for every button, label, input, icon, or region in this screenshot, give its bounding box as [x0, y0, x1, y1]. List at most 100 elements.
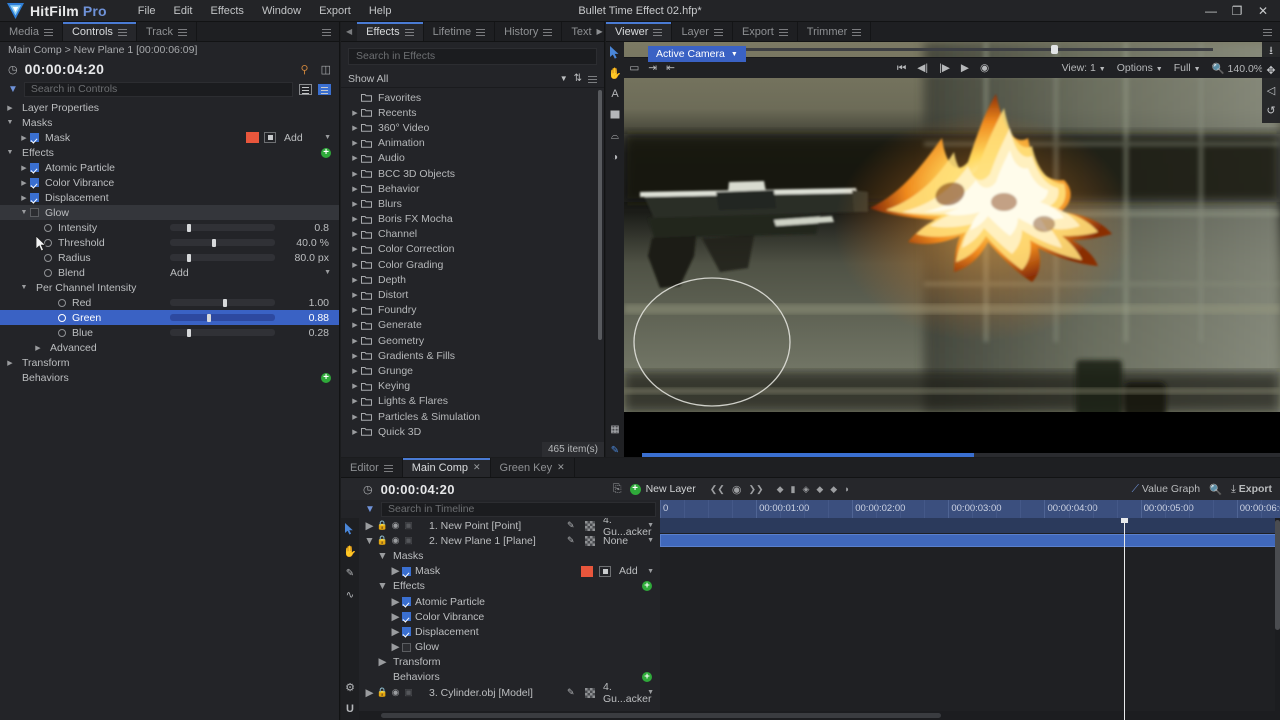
property-row[interactable]: ▶ Displacement [0, 190, 339, 205]
property-row[interactable]: Intensity 0.8 [0, 220, 339, 235]
grid-view-icon[interactable] [318, 83, 331, 95]
keyframe-linear-icon[interactable]: ◆ [777, 484, 784, 495]
twisty-icon[interactable]: ▶ [18, 179, 30, 187]
mask-invert-icon[interactable] [599, 565, 611, 577]
twisty-icon[interactable]: ▶ [18, 164, 30, 172]
twisty-icon[interactable]: ▶ [349, 154, 361, 162]
effects-category-row[interactable]: ▶ Distort [341, 287, 604, 302]
edit-icon[interactable]: ✎ [567, 687, 575, 698]
hand-tool-icon[interactable]: ✋ [343, 544, 357, 558]
effects-category-row[interactable]: ▶ Quick 3D [341, 424, 604, 439]
lock-icon[interactable]: 🔒 [376, 520, 389, 531]
rectangle-mask-tool-icon[interactable] [608, 108, 622, 122]
chevron-down-icon[interactable]: ▼ [647, 689, 654, 696]
timeline-ruler[interactable]: 0 00:00:01:00 00:00:02:00 00:00:03:00 00:00:… [660, 500, 1280, 518]
tab-menu-icon[interactable] [178, 28, 188, 36]
effects-category-row[interactable]: ▶ BCC 3D Objects [341, 166, 604, 181]
import-media-icon[interactable]: ⎘ [613, 483, 622, 496]
pin-icon[interactable]: ⚲ [301, 63, 309, 76]
export-button[interactable]: ⤓ Export [1231, 483, 1272, 496]
twisty-icon[interactable]: ▶ [349, 291, 361, 299]
tab-green-key[interactable]: Green Key ✕ [491, 458, 575, 477]
property-value[interactable]: 0.28 [309, 327, 329, 339]
list-view-icon[interactable] [299, 83, 312, 95]
gear-icon[interactable]: ⚙ [343, 680, 357, 694]
snapshot-icon[interactable]: ✎ [608, 443, 622, 457]
effects-category-row[interactable]: ▶ Particles & Simulation [341, 409, 604, 424]
timeline-property-row[interactable]: ▶ Atomic Particle [359, 594, 660, 609]
tab-viewer[interactable]: Viewer [606, 22, 673, 41]
timeline-property-row[interactable]: ▶ Displacement [359, 624, 660, 639]
viewer-panel-menu[interactable] [1255, 22, 1280, 41]
enable-checkbox[interactable] [30, 208, 39, 217]
effects-category-row[interactable]: ▶ Blurs [341, 196, 604, 211]
twisty-icon[interactable]: ▼ [4, 119, 16, 126]
property-row[interactable]: ▼ Effects + [0, 145, 339, 160]
tab-menu-icon[interactable] [852, 28, 862, 36]
twisty-icon[interactable]: ▶ [349, 139, 361, 147]
effects-category-row[interactable]: ▶ Keying [341, 379, 604, 394]
grid-overlay-icon[interactable]: ▦ [608, 422, 622, 436]
safe-areas-icon[interactable]: ▭ [629, 62, 639, 74]
property-row[interactable]: ▶ Atomic Particle [0, 160, 339, 175]
menu-export[interactable]: Export [310, 2, 360, 20]
twisty-icon[interactable]: ▶ [349, 352, 361, 360]
add-button[interactable]: + [321, 147, 331, 158]
rate-stretch-tool-icon[interactable]: ∿ [343, 588, 357, 602]
tab-trimmer[interactable]: Trimmer [798, 22, 872, 41]
enable-checkbox[interactable] [402, 597, 411, 607]
visibility-icon[interactable]: ◉ [389, 535, 402, 546]
new-layer-button[interactable]: + New Layer [629, 483, 696, 495]
tab-menu-icon[interactable] [117, 28, 127, 36]
timeline-track-area[interactable] [660, 518, 1280, 720]
filter-icon[interactable]: ▼ [8, 84, 18, 95]
twisty-icon[interactable]: ▶ [349, 367, 361, 375]
twisty-icon[interactable]: ▶ [349, 413, 361, 421]
menu-window[interactable]: Window [253, 2, 310, 20]
scale-tool-icon[interactable]: ◁ [1267, 86, 1275, 97]
audio-icon[interactable]: ▣ [402, 520, 415, 531]
lock-icon[interactable]: 🔒 [376, 535, 389, 546]
audio-icon[interactable]: ▣ [402, 687, 415, 698]
property-slider[interactable] [170, 253, 275, 262]
viewer-scrub-track[interactable] [672, 45, 1214, 54]
blend-mode-value[interactable]: Add [170, 267, 189, 279]
timeline-property-row[interactable]: ▶ Transform [359, 655, 660, 670]
twisty-icon[interactable]: ▶ [389, 641, 402, 653]
effects-category-row[interactable]: ▶ Audio [341, 151, 604, 166]
keyframe-ease-out-icon[interactable]: ◗ [844, 484, 849, 494]
property-value[interactable]: 0.88 [309, 312, 329, 324]
property-slider[interactable] [170, 313, 275, 322]
edit-icon[interactable]: ✎ [567, 535, 575, 546]
twisty-icon[interactable]: ▶ [389, 626, 402, 638]
maximize-button[interactable]: ❐ [1224, 0, 1250, 22]
property-row[interactable]: ▶ Layer Properties [0, 100, 339, 115]
twisty-icon[interactable]: ▶ [4, 104, 16, 112]
effects-category-row[interactable]: ▶ Behavior [341, 181, 604, 196]
tabbar-scroll-left-icon[interactable]: ◀ [341, 22, 357, 41]
parent-dropdown[interactable]: None [603, 535, 628, 547]
property-row[interactable]: ▼ Masks [0, 115, 339, 130]
quality-dropdown[interactable]: Full ▼ [1174, 62, 1201, 74]
property-row[interactable]: ▼ Glow [0, 205, 339, 220]
controls-panel-menu[interactable] [314, 22, 339, 41]
effects-category-row[interactable]: ▶ Geometry [341, 333, 604, 348]
property-value[interactable]: 1.00 [309, 297, 329, 309]
tab-media[interactable]: Media [0, 22, 63, 41]
mask-color-swatch[interactable] [581, 565, 593, 577]
twisty-icon[interactable]: ▶ [18, 134, 30, 142]
twisty-icon[interactable]: ▶ [32, 344, 44, 352]
orbit-tool-icon[interactable]: ◑ [608, 150, 622, 164]
twisty-icon[interactable]: ▶ [349, 200, 361, 208]
enable-checkbox[interactable] [30, 163, 39, 172]
enable-checkbox[interactable] [402, 566, 411, 576]
edit-icon[interactable]: ✎ [567, 520, 575, 531]
twisty-icon[interactable]: ▶ [349, 382, 361, 390]
property-row[interactable]: ▶ Mask Add ▼ [0, 130, 339, 145]
timeline-timecode[interactable]: 00:00:04:20 [381, 482, 455, 497]
keyframe-hold-icon[interactable]: ▮ [790, 484, 795, 495]
mask-color-swatch[interactable] [246, 132, 259, 143]
rotate-tool-icon[interactable]: ↺ [1266, 106, 1275, 117]
effects-category-row[interactable]: ▶ Grunge [341, 363, 604, 378]
tab-effects[interactable]: Effects [357, 22, 424, 41]
